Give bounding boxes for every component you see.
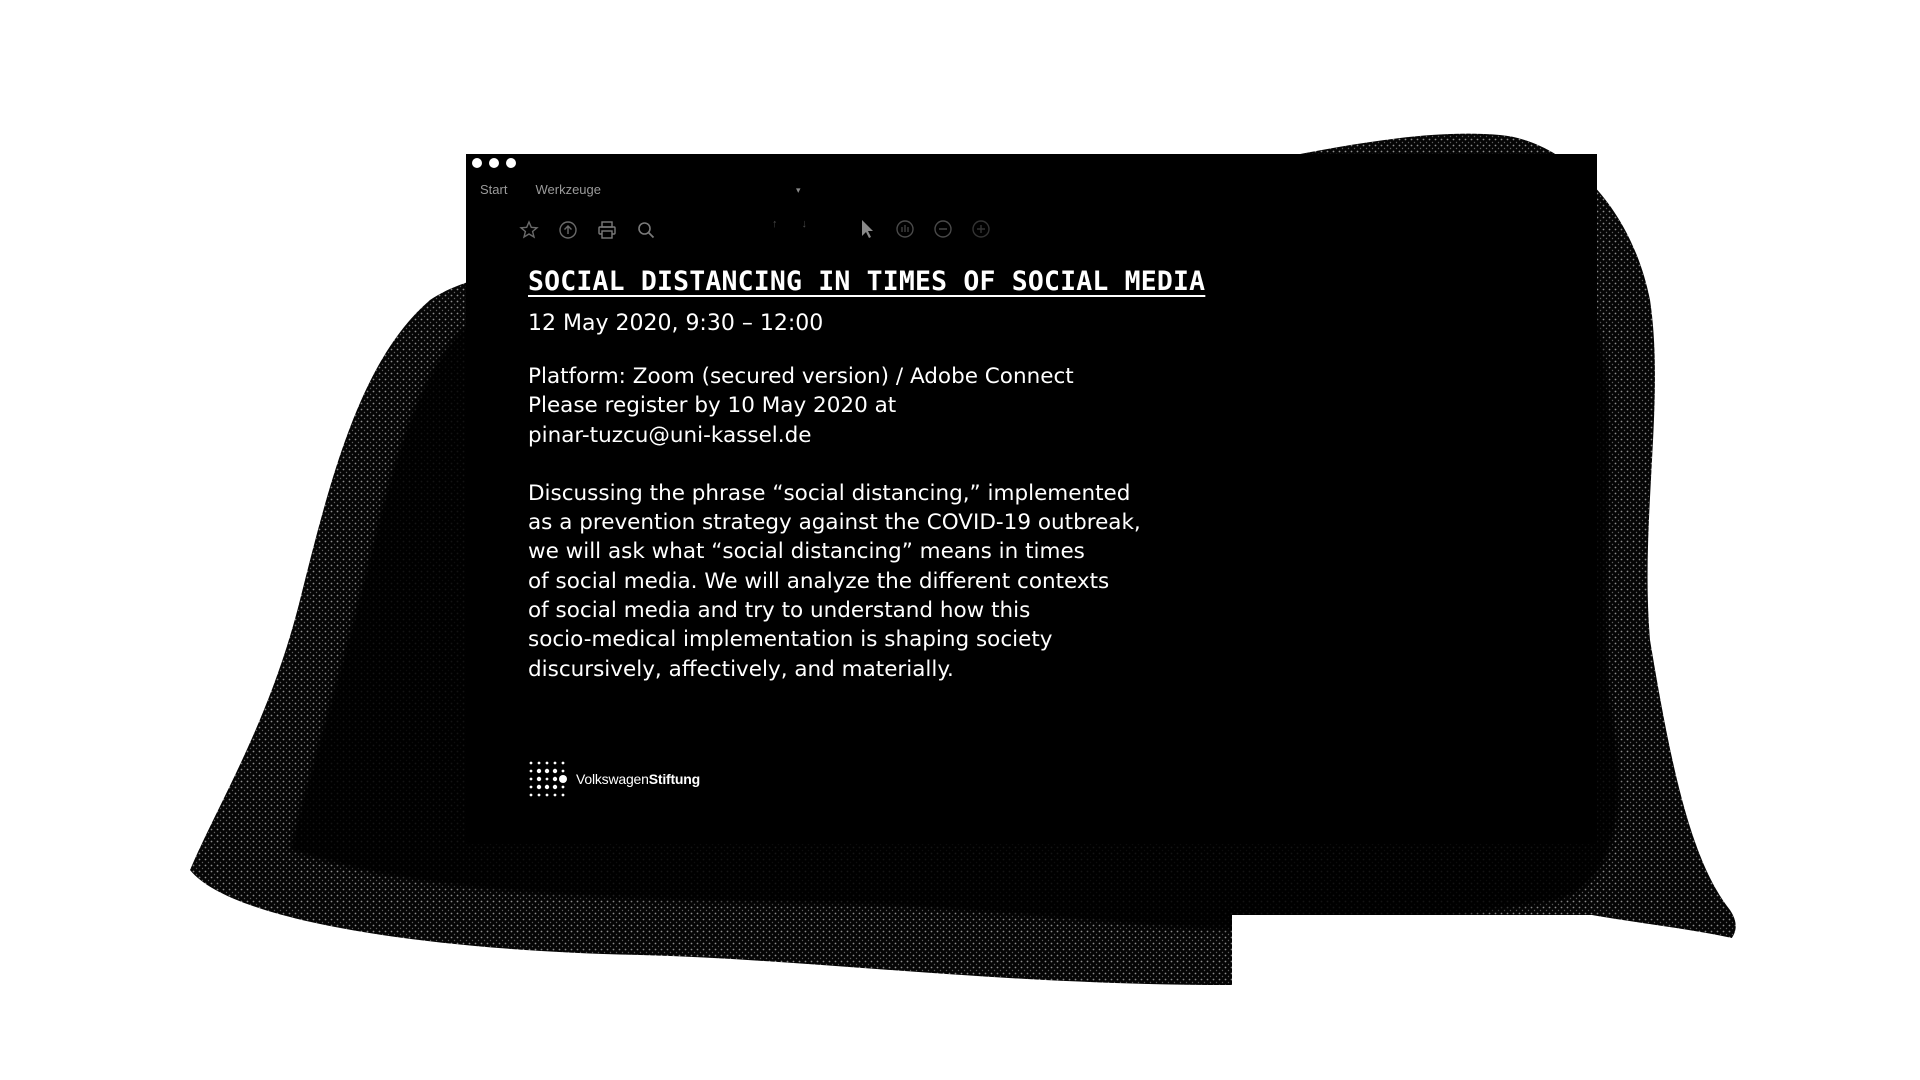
description-line: we will ask what “social distancing” mea… [528,539,1085,565]
toolbar-right [856,218,1008,240]
description-line: of social media. We will analyze the dif… [528,568,1110,594]
volkswagen-stiftung-logo: VolkswagenStiftung [528,760,700,798]
description-line: Discussing the phrase “social distancing… [528,480,1131,506]
menu-tools[interactable]: Werkzeuge [535,182,601,197]
chevron-down-icon[interactable]: ▾ [796,185,801,196]
logo-name-bold: Stiftung [648,771,700,787]
event-description: Discussing the phrase “social distancing… [528,479,1248,684]
maximize-window-button[interactable] [506,158,516,168]
page-navigation: ↑ ↓ [772,218,807,230]
platform-line: Platform: Zoom (secured version) / Adobe… [528,364,1074,389]
minimize-window-button[interactable] [489,158,499,168]
event-info: Platform: Zoom (secured version) / Adobe… [528,362,1248,450]
star-icon[interactable] [518,219,540,241]
description-line: as a prevention strategy against the COV… [528,510,1141,536]
description-line: discursively, affectively, and materiall… [528,656,954,682]
hand-icon[interactable] [894,218,916,240]
zoom-out-icon[interactable] [932,218,954,240]
description-line: of social media and try to understand ho… [528,598,1031,624]
window-controls [472,158,516,168]
logo-mark-icon [529,761,567,797]
event-title: SOCIAL DISTANCING IN TIMES OF SOCIAL MED… [528,266,1206,297]
close-window-button[interactable] [472,158,482,168]
cursor-icon[interactable] [856,218,878,240]
register-line: Please register by 10 May 2020 at [528,393,897,419]
upload-icon[interactable] [557,219,579,241]
contact-email-link[interactable]: pinar-tuzcu@uni-kassel.de [528,421,1248,450]
page-down-icon[interactable]: ↓ [802,218,808,230]
zoom-in-icon[interactable] [970,218,992,240]
page-up-icon[interactable]: ↑ [772,218,778,230]
blob-notch [1232,915,1592,995]
logo-name-regular: Volkswagen [576,771,649,787]
menu-bar: Start Werkzeuge ▾ [480,182,801,197]
menu-start[interactable]: Start [480,182,507,197]
app-window: Start Werkzeuge ▾ ↑ ↓ SOCIAL DISTANCING … [466,154,1597,844]
print-icon[interactable] [596,219,618,241]
search-icon[interactable] [635,219,657,241]
event-date: 12 May 2020, 9:30 – 12:00 [528,311,824,336]
toolbar [518,218,674,242]
logo-wordmark: VolkswagenStiftung [576,771,700,787]
event-content: SOCIAL DISTANCING IN TIMES OF SOCIAL MED… [528,266,1248,684]
description-line: socio-medical implementation is shaping … [528,627,1053,653]
